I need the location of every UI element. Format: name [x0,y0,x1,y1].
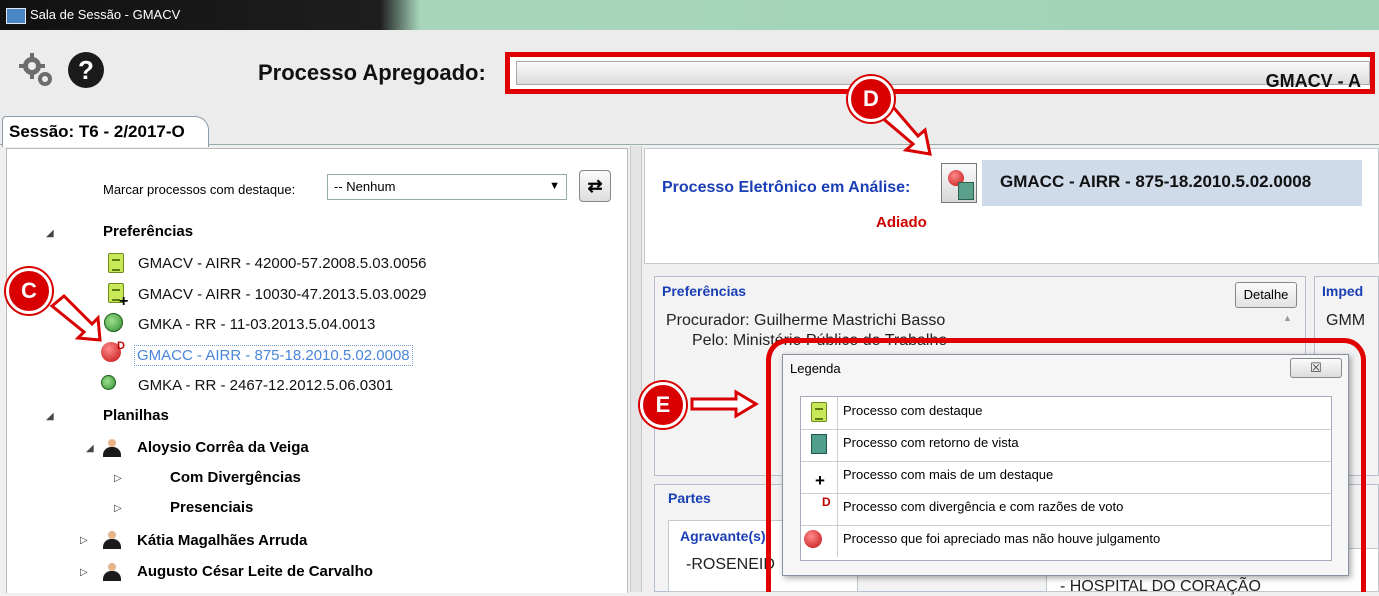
callout-d: D [848,76,894,122]
tree-item-process[interactable]: GMKA - RR - 2467-12.2012.5.06.0301 [138,377,393,394]
detalhe-button[interactable]: Detalhe [1235,282,1297,308]
person-icon [102,531,122,549]
expand-planilhas-icon[interactable]: ◢ [46,411,54,422]
partes-title: Partes [668,490,711,506]
tree-node-ministro[interactable]: Kátia Magalhães Arruda [137,532,307,549]
processo-em-analise-label: Processo Eletrônico em Análise: [662,179,911,196]
help-icon[interactable]: ? [68,52,104,88]
tree-node-ministro[interactable]: Augusto César Leite de Carvalho [137,563,373,580]
tree-item-process[interactable]: GMKA - RR - 11-03.2013.5.04.0013 [138,316,375,333]
collapsed-arrow-icon[interactable]: ▷ [114,503,122,514]
destaque-doc-icon [108,253,124,273]
window-title: Sala de Sessão - GMACV [30,7,181,22]
impedimentos-value: GMM [1326,312,1366,329]
processo-apregoado-value: GMACV - A [1265,71,1361,91]
impedimentos-title: Imped [1322,283,1364,299]
preferencias-title: Preferências [662,283,747,299]
plus-icon: + [119,293,129,310]
tree-node-preferencias[interactable]: Preferências [103,223,193,240]
agravante-value: -ROSENEID [686,556,775,573]
tree-node-ministro[interactable]: Aloysio Corrêa da Veiga [137,439,309,456]
app-window-icon [6,8,26,24]
tree-node-presenciais[interactable]: Presenciais [170,499,253,516]
tree-node-com-divergencias[interactable]: Com Divergências [170,469,301,486]
pane-splitter[interactable] [630,146,642,592]
annotation-highlight-e [766,338,1366,592]
tree-item-process[interactable]: GMACV - AIRR - 10030-47.2013.5.03.0029 [138,286,427,303]
marcar-destaque-value: -- Nenhum [334,179,396,194]
title-bar: Sala de Sessão - GMACV [0,0,1379,30]
collapsed-arrow-icon[interactable]: ▷ [80,567,88,578]
collapsed-arrow-icon[interactable]: ▷ [80,535,88,546]
refresh-button[interactable]: ⇄ [579,170,611,202]
agravante-title: Agravante(s) [680,528,766,544]
procurador-text: Procurador: Guilherme Mastrichi Basso [666,312,946,329]
tree-item-process[interactable]: GMACV - AIRR - 42000-57.2008.5.03.0056 [138,255,427,272]
tree-item-process-selected[interactable]: GMACC - AIRR - 875-18.2010.5.02.0008 [134,345,413,366]
expand-ministro-icon[interactable]: ◢ [86,443,94,454]
processo-apregoado-label: Processo Apregoado: [258,60,486,85]
marcar-destaque-label: Marcar processos com destaque: [103,182,296,197]
retorno-vista-icon [104,313,123,332]
refresh-icon: ⇄ [587,176,603,196]
tab-sessao[interactable]: Sessão: T6 - 2/2017-O [2,116,209,147]
person-icon [102,563,122,581]
process-tree-panel [6,148,628,593]
processo-numero: GMACC - AIRR - 875-18.2010.5.02.0008 [1000,172,1312,191]
scroll-up-icon[interactable]: ▲ [1283,313,1292,323]
divergencia-d-icon: D [117,340,125,352]
processo-status-icon-button[interactable] [941,163,977,203]
doc-icon [958,182,974,200]
gear-icon[interactable] [18,52,56,90]
callout-e: E [640,382,686,428]
retorno-vista-icon [101,375,116,390]
status-badge: Adiado [876,214,927,231]
chevron-down-icon: ▼ [549,180,560,192]
tab-sessao-label: Sessão: T6 - 2/2017-O [9,122,185,141]
collapsed-arrow-icon[interactable]: ▷ [114,473,122,484]
callout-c: C [6,268,52,314]
person-icon [102,439,122,457]
marcar-destaque-select[interactable]: -- Nenhum ▼ [327,174,567,200]
tree-node-planilhas[interactable]: Planilhas [103,407,169,424]
expand-preferencias-icon[interactable]: ◢ [46,228,54,239]
processo-apregoado-field[interactable]: GMACV - A [505,52,1375,94]
